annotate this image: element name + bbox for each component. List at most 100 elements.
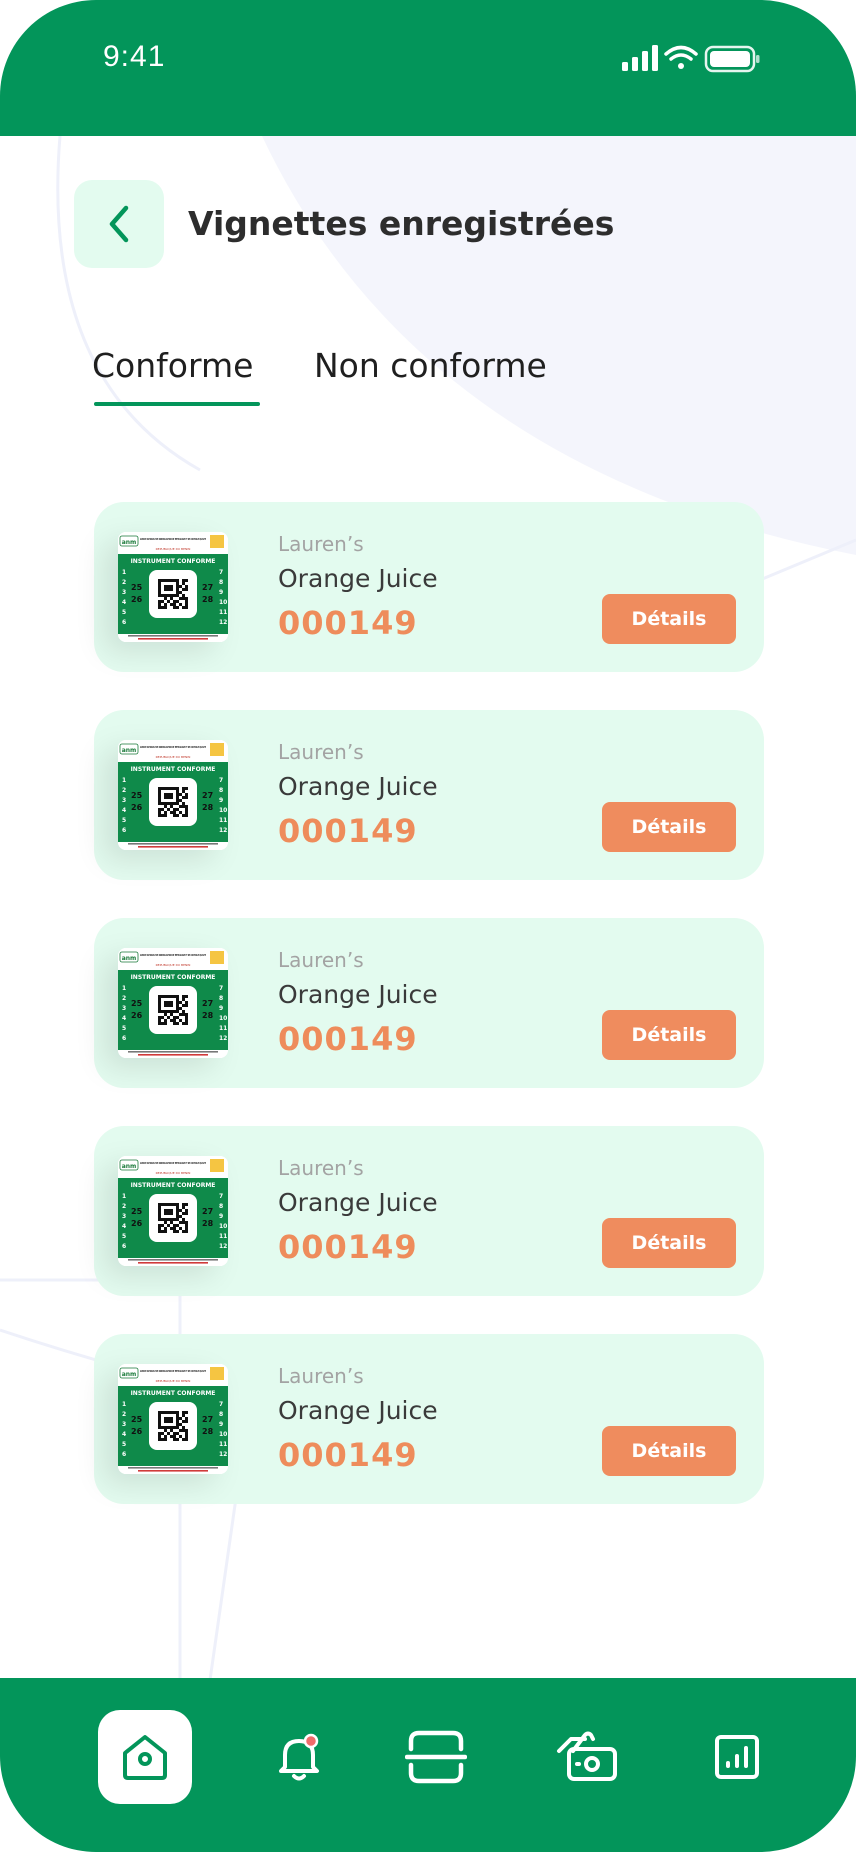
qr-module bbox=[176, 591, 179, 594]
qr-module bbox=[164, 1013, 167, 1016]
qr-module bbox=[164, 995, 167, 998]
qr-module bbox=[170, 1417, 173, 1420]
back-button[interactable] bbox=[74, 180, 164, 268]
tab-conforme[interactable]: Conforme bbox=[92, 346, 253, 385]
battery-icon bbox=[704, 45, 760, 73]
qr-module bbox=[179, 1001, 182, 1004]
details-button[interactable]: Détails bbox=[602, 802, 736, 852]
nav-home[interactable] bbox=[98, 1710, 192, 1804]
qr-module bbox=[167, 1203, 170, 1206]
qr-module bbox=[185, 606, 188, 609]
qr-module bbox=[164, 1019, 167, 1022]
vignette-month-label: 12 bbox=[219, 1451, 227, 1458]
vignette-month-label: 4 bbox=[122, 599, 126, 606]
qr-module bbox=[164, 1420, 167, 1423]
qr-module bbox=[158, 600, 161, 603]
qr-module bbox=[158, 793, 161, 796]
phone-frame: 9:41 Vignettes enregistrées Conforme Non… bbox=[0, 0, 856, 1852]
vignette-month-label: 12 bbox=[219, 619, 227, 626]
status-bar: 9:41 bbox=[0, 0, 856, 136]
qr-module bbox=[161, 808, 164, 811]
qr-module bbox=[167, 1212, 170, 1215]
qr-module bbox=[182, 814, 185, 817]
vignette-month-label: 2 bbox=[122, 787, 126, 794]
qr-module bbox=[176, 1209, 179, 1212]
qr-module bbox=[176, 1206, 179, 1209]
card-code: 000149 bbox=[278, 604, 418, 642]
vignette-year-label: 27 bbox=[202, 1415, 213, 1424]
vignette-month-label: 1 bbox=[122, 777, 126, 784]
vignette-card: anm AGENCE NATIONALE DE NORMALISATION DE… bbox=[94, 1126, 764, 1296]
qr-module bbox=[158, 995, 161, 998]
nav-payment[interactable] bbox=[541, 1710, 635, 1804]
qr-module bbox=[182, 1218, 185, 1221]
qr-module bbox=[179, 1013, 182, 1016]
qr-module bbox=[185, 1429, 188, 1432]
qr-module bbox=[164, 588, 167, 591]
qr-module bbox=[161, 1218, 164, 1221]
svg-text:AGENCE NATIONALE DE NORMALISAT: AGENCE NATIONALE DE NORMALISATION DE MET… bbox=[140, 1369, 206, 1373]
qr-module bbox=[164, 1010, 167, 1013]
nav-scan[interactable] bbox=[389, 1710, 483, 1804]
qr-module bbox=[164, 585, 167, 588]
qr-module bbox=[176, 1016, 179, 1019]
qr-module bbox=[158, 1432, 161, 1435]
vignette-month-label: 1 bbox=[122, 985, 126, 992]
qr-module bbox=[176, 1417, 179, 1420]
qr-module bbox=[176, 594, 179, 597]
nav-statistics[interactable] bbox=[690, 1710, 784, 1804]
details-button[interactable]: Détails bbox=[602, 1010, 736, 1060]
qr-module bbox=[164, 802, 167, 805]
qr-module bbox=[164, 1212, 167, 1215]
qr-module bbox=[164, 1411, 167, 1414]
qr-module bbox=[176, 995, 179, 998]
qr-module bbox=[167, 1426, 170, 1429]
qr-module bbox=[179, 597, 182, 600]
vignette-month-label: 2 bbox=[122, 1203, 126, 1210]
qr-module bbox=[170, 1212, 173, 1215]
vignette-month-label: 7 bbox=[219, 569, 223, 576]
qr-module bbox=[158, 796, 161, 799]
qr-module bbox=[164, 594, 167, 597]
tab-non-conforme[interactable]: Non conforme bbox=[314, 346, 547, 385]
details-button[interactable]: Détails bbox=[602, 1426, 736, 1476]
wifi-icon bbox=[664, 45, 698, 69]
qr-module bbox=[164, 597, 167, 600]
nav-notifications[interactable] bbox=[252, 1710, 346, 1804]
qr-module bbox=[185, 814, 188, 817]
vignette-year-label: 28 bbox=[202, 1011, 214, 1020]
qr-module bbox=[185, 1004, 188, 1007]
qr-module bbox=[170, 1221, 173, 1224]
vignette-month-label: 7 bbox=[219, 985, 223, 992]
card-product: Orange Juice bbox=[278, 564, 438, 593]
qr-module bbox=[170, 1019, 173, 1022]
qr-module bbox=[158, 1001, 161, 1004]
vignette-image: anm AGENCE NATIONALE DE NORMALISATION DE… bbox=[118, 1156, 228, 1266]
vignette-year-label: 25 bbox=[131, 1415, 143, 1424]
qr-module bbox=[158, 1206, 161, 1209]
qr-module bbox=[170, 1001, 173, 1004]
qr-module bbox=[167, 1417, 170, 1420]
qr-module bbox=[173, 787, 176, 790]
qr-module bbox=[167, 585, 170, 588]
vignette-month-label: 9 bbox=[219, 1421, 223, 1428]
qr-module bbox=[167, 1411, 170, 1414]
qr-module bbox=[185, 1013, 188, 1016]
qr-module bbox=[167, 579, 170, 582]
qr-module bbox=[161, 1432, 164, 1435]
qr-module bbox=[167, 808, 170, 811]
details-button[interactable]: Détails bbox=[602, 594, 736, 644]
qr-module bbox=[182, 579, 185, 582]
vignette-month-label: 7 bbox=[219, 1401, 223, 1408]
details-button[interactable]: Détails bbox=[602, 1218, 736, 1268]
chart-icon bbox=[715, 1735, 759, 1779]
qr-module bbox=[173, 1426, 176, 1429]
qr-module bbox=[164, 1022, 167, 1025]
qr-module bbox=[164, 814, 167, 817]
vignette-month-label: 4 bbox=[122, 1015, 126, 1022]
qr-module bbox=[185, 1212, 188, 1215]
qr-module bbox=[179, 1019, 182, 1022]
vignette-month-label: 6 bbox=[122, 1243, 126, 1250]
qr-module bbox=[185, 1001, 188, 1004]
vignette-year-label: 28 bbox=[202, 1219, 214, 1228]
